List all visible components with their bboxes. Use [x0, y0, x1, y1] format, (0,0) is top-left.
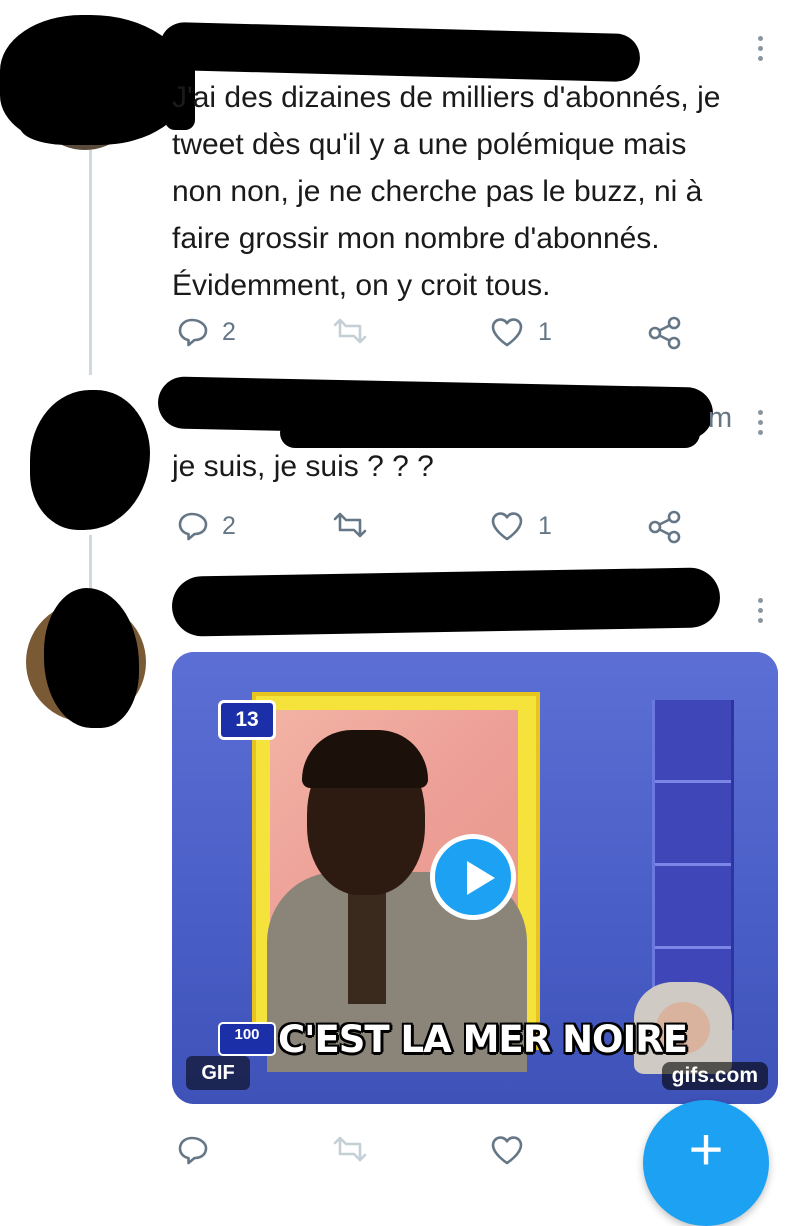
retweet-button[interactable] [332, 316, 368, 346]
more-options-2[interactable] [756, 410, 764, 435]
like-count: 1 [538, 317, 552, 346]
more-dot [757, 608, 763, 613]
score-badge-top: 13 [218, 700, 276, 740]
reply-button[interactable] [176, 1134, 208, 1166]
reply-button[interactable]: 2 [176, 316, 236, 348]
gif-column [652, 700, 734, 1030]
heart-icon [490, 1134, 524, 1166]
gif-caption: C'EST LA MER NOIRE [278, 1018, 688, 1061]
redaction-avatar-1b [20, 100, 140, 145]
retweet-button[interactable] [332, 1134, 368, 1164]
redaction-avatar-3 [44, 588, 139, 728]
handle-fragment: m [708, 402, 733, 434]
retweet-icon [332, 316, 368, 346]
gif-media[interactable]: 13 100 C'EST LA MER NOIRE GIF gifs.com [172, 652, 778, 1104]
like-count: 1 [538, 511, 552, 540]
more-dot [757, 36, 763, 41]
share-button[interactable] [646, 316, 682, 350]
more-dot [757, 56, 763, 61]
gif-source-label: gifs.com [661, 1062, 768, 1090]
reply-count: 2 [222, 511, 236, 540]
tweet-actions-2: 2 1 [172, 510, 692, 550]
heart-icon [490, 510, 524, 542]
tweet-text-1: J'ai des dizaines de milliers d'abonnés,… [172, 81, 721, 302]
tweet-text-2: je suis, je suis ? ? ? [172, 450, 434, 483]
thread-line-2 [89, 535, 92, 595]
plus-icon: + [688, 1116, 724, 1183]
share-icon [646, 316, 682, 350]
reply-count: 2 [222, 317, 236, 346]
gif-badge: GIF [186, 1056, 250, 1090]
like-button[interactable]: 1 [490, 510, 552, 542]
more-dot [757, 598, 763, 603]
reply-icon [176, 510, 208, 542]
more-dot [757, 430, 763, 435]
reply-icon [176, 1134, 208, 1166]
like-button[interactable] [490, 1134, 524, 1166]
more-dot [757, 46, 763, 51]
score-badge-bottom-value: 100 [234, 1026, 260, 1043]
more-dot [757, 420, 763, 425]
tweet-actions-3 [172, 1134, 692, 1174]
more-dot [757, 410, 763, 415]
retweet-icon [332, 1134, 368, 1164]
compose-button[interactable]: + [643, 1100, 769, 1226]
score-badge-bottom: 100 [218, 1022, 276, 1056]
column-segment [655, 866, 731, 949]
more-dot [757, 618, 763, 623]
heart-icon [490, 316, 524, 348]
redaction-name-3 [171, 567, 721, 637]
thread-line-1 [89, 150, 92, 375]
play-icon[interactable] [430, 834, 516, 920]
column-segment [655, 700, 731, 783]
redaction-avatar-2b [44, 470, 124, 528]
like-button[interactable]: 1 [490, 316, 552, 348]
retweet-icon [332, 510, 368, 540]
reply-button[interactable]: 2 [176, 510, 236, 542]
reply-icon [176, 316, 208, 348]
share-button[interactable] [646, 510, 682, 544]
retweet-button[interactable] [332, 510, 368, 540]
column-segment [655, 783, 731, 866]
share-icon [646, 510, 682, 544]
more-options-3[interactable] [756, 598, 764, 623]
tweet-actions-1: 2 1 [172, 316, 692, 356]
more-options-1[interactable] [756, 36, 764, 61]
